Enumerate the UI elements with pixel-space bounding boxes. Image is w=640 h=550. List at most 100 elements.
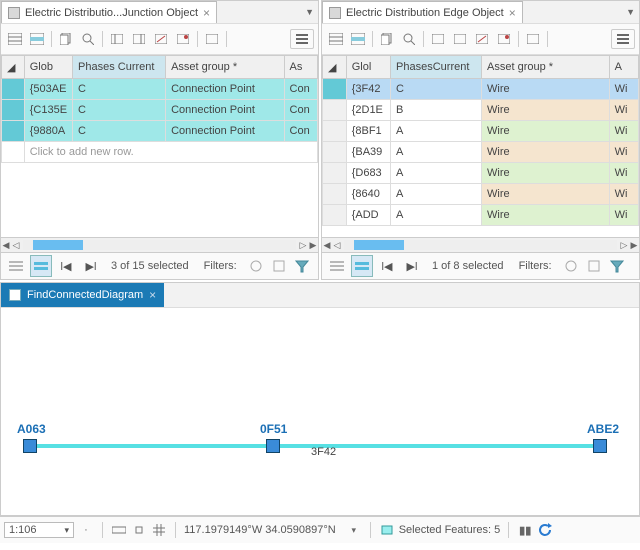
tb-icon[interactable]: [173, 29, 193, 49]
grid[interactable]: ◢ Glob Phases Current Asset group * As {…: [1, 55, 318, 237]
diagram-canvas[interactable]: 3F42 A0630F51ABE2: [1, 308, 639, 515]
cell-as[interactable]: Con: [284, 100, 317, 121]
tab-diagram[interactable]: FindConnectedDiagram ×: [1, 283, 164, 307]
copy-icon[interactable]: [56, 29, 76, 49]
last-icon[interactable]: ▶l: [80, 255, 102, 277]
view-sel-icon[interactable]: [27, 29, 47, 49]
cell-glob[interactable]: {ADD: [346, 205, 390, 226]
table-row[interactable]: {503AECConnection PointCon: [2, 79, 318, 100]
table-row[interactable]: {8640AWireWi: [323, 184, 639, 205]
view-all-icon[interactable]: [326, 29, 346, 49]
filter-time-icon[interactable]: [246, 256, 266, 276]
cell-phase[interactable]: A: [391, 142, 482, 163]
cell-phase[interactable]: C: [73, 79, 166, 100]
cell-glob[interactable]: {BA39: [346, 142, 390, 163]
row-handle[interactable]: [2, 100, 25, 121]
cell-glob[interactable]: {9880A: [24, 121, 72, 142]
ruler-icon[interactable]: [111, 522, 127, 538]
cell-glob[interactable]: {8640: [346, 184, 390, 205]
cell-as[interactable]: Wi: [609, 79, 638, 100]
cell-as[interactable]: Wi: [609, 142, 638, 163]
row-handle[interactable]: [323, 163, 347, 184]
scale-lock-icon[interactable]: ·: [78, 522, 94, 538]
row-handle[interactable]: [323, 184, 347, 205]
cell-glob[interactable]: {3F42: [346, 79, 390, 100]
tab-junction[interactable]: Electric Distributio...Junction Object ×: [1, 1, 217, 23]
tab-edge[interactable]: Electric Distribution Edge Object ×: [322, 1, 523, 23]
filter-funnel-icon[interactable]: [292, 256, 312, 276]
cell-as[interactable]: Wi: [609, 163, 638, 184]
row-handle[interactable]: [323, 205, 347, 226]
col-as[interactable]: As: [284, 56, 317, 79]
cell-group[interactable]: Wire: [482, 184, 610, 205]
rows-icon[interactable]: [5, 255, 27, 277]
row-handle[interactable]: [323, 79, 347, 100]
row-header[interactable]: ◢: [2, 56, 25, 79]
filter-time-icon[interactable]: [561, 256, 581, 276]
selection-chip-icon[interactable]: [379, 522, 395, 538]
col-glob[interactable]: Glol: [346, 56, 390, 79]
tb-icon[interactable]: [129, 29, 149, 49]
col-phases[interactable]: Phases Current: [73, 56, 166, 79]
copy-icon[interactable]: [377, 29, 397, 49]
filter-extent-icon[interactable]: [584, 256, 604, 276]
cell-phase[interactable]: C: [391, 79, 482, 100]
add-row[interactable]: Click to add new row.: [24, 142, 317, 163]
cell-phase[interactable]: C: [73, 100, 166, 121]
diagram-node[interactable]: [23, 439, 37, 453]
cell-phase[interactable]: A: [391, 184, 482, 205]
row-handle[interactable]: [323, 100, 347, 121]
table-row[interactable]: {D683AWireWi: [323, 163, 639, 184]
col-group[interactable]: Asset group *: [166, 56, 284, 79]
cell-group[interactable]: Connection Point: [166, 121, 284, 142]
cell-glob[interactable]: {8BF1: [346, 121, 390, 142]
row-handle[interactable]: [323, 121, 347, 142]
rows-icon[interactable]: [326, 255, 348, 277]
menu-icon[interactable]: [611, 29, 635, 49]
sel-rows-icon[interactable]: [351, 255, 373, 277]
first-icon[interactable]: l◀: [55, 255, 77, 277]
h-scrollbar[interactable]: ◀◁ ▷▶: [322, 237, 639, 252]
filter-extent-icon[interactable]: [269, 256, 289, 276]
row-handle[interactable]: [2, 79, 25, 100]
table-row[interactable]: {2D1EBWireWi: [323, 100, 639, 121]
cell-group[interactable]: Wire: [482, 142, 610, 163]
tb-icon[interactable]: [202, 29, 222, 49]
col-group[interactable]: Asset group *: [482, 56, 610, 79]
diagram-node[interactable]: [266, 439, 280, 453]
pause-icon[interactable]: ▮▮: [517, 522, 533, 538]
col-phases[interactable]: PhasesCurrent: [391, 56, 482, 79]
cell-group[interactable]: Connection Point: [166, 100, 284, 121]
row-header[interactable]: ◢: [323, 56, 347, 79]
table-row[interactable]: {8BF1AWireWi: [323, 121, 639, 142]
zoom-icon[interactable]: [78, 29, 98, 49]
sel-rows-icon[interactable]: [30, 255, 52, 277]
table-row[interactable]: {9880ACConnection PointCon: [2, 121, 318, 142]
cell-glob[interactable]: {C135E: [24, 100, 72, 121]
view-sel-icon[interactable]: [348, 29, 368, 49]
filter-funnel-icon[interactable]: [607, 256, 627, 276]
close-icon[interactable]: ×: [149, 288, 156, 302]
cell-phase[interactable]: B: [391, 100, 482, 121]
zoom-icon[interactable]: [399, 29, 419, 49]
cell-phase[interactable]: A: [391, 163, 482, 184]
tb-icon[interactable]: [494, 29, 514, 49]
tab-dropdown-icon[interactable]: ▼: [626, 7, 635, 17]
tb-icon[interactable]: [523, 29, 543, 49]
table-row[interactable]: {C135ECConnection PointCon: [2, 100, 318, 121]
cell-group[interactable]: Wire: [482, 205, 610, 226]
cell-as[interactable]: Wi: [609, 100, 638, 121]
view-all-icon[interactable]: [5, 29, 25, 49]
last-icon[interactable]: ▶l: [401, 255, 423, 277]
table-row[interactable]: {BA39AWireWi: [323, 142, 639, 163]
cell-as[interactable]: Wi: [609, 184, 638, 205]
scale-input[interactable]: 1:106 ▾: [4, 522, 74, 538]
tb-icon[interactable]: [428, 29, 448, 49]
col-glob[interactable]: Glob: [24, 56, 72, 79]
col-as[interactable]: A: [609, 56, 638, 79]
cell-group[interactable]: Wire: [482, 163, 610, 184]
cell-glob[interactable]: {D683: [346, 163, 390, 184]
tb-icon[interactable]: [472, 29, 492, 49]
cell-as[interactable]: Wi: [609, 205, 638, 226]
diagram-node[interactable]: [593, 439, 607, 453]
